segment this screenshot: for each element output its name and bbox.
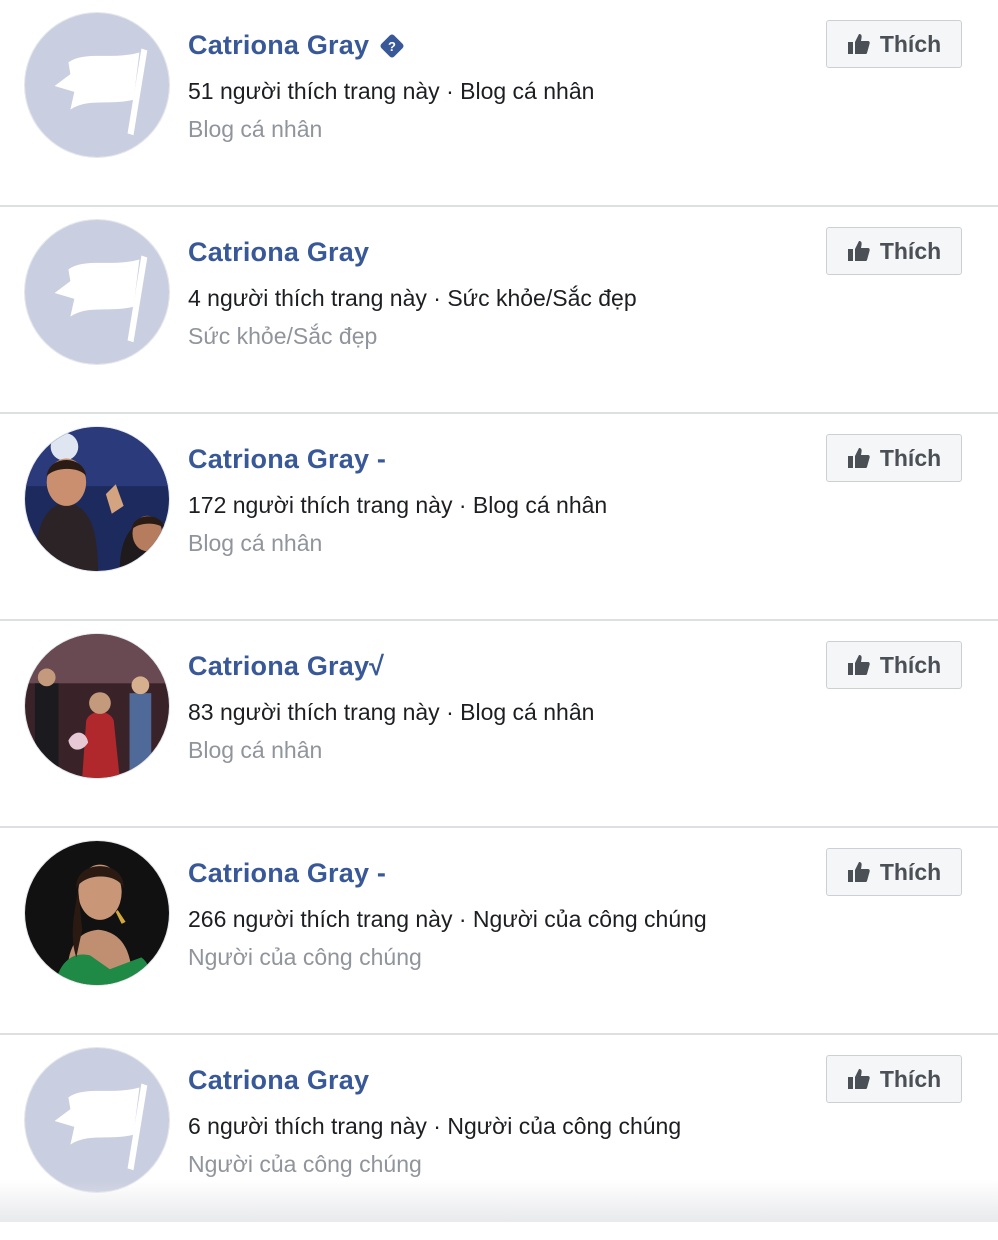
page-results-list: Catriona Gray ? 51 người thích trang này… (0, 0, 998, 1240)
like-button-label: Thích (879, 858, 942, 885)
page-meta: 172 người thích trang này · Blog cá nhân (188, 492, 608, 518)
bottom-fade (0, 1180, 998, 1222)
page-name-link[interactable]: Catriona Gray (188, 1065, 369, 1096)
like-button-label: Thích (879, 444, 942, 471)
flag-icon (25, 1048, 169, 1192)
thumbs-up-icon (847, 1069, 870, 1089)
flag-icon (25, 220, 169, 364)
page-meta: 6 người thích trang này · Người của công… (188, 1113, 682, 1139)
page-category: Người của công chúng (188, 944, 422, 970)
profile-photo (25, 634, 169, 778)
page-category: Sức khỏe/Sắc đẹp (188, 323, 378, 349)
page-name-link[interactable]: Catriona Gray (188, 30, 369, 61)
page-meta: 266 người thích trang này · Người của cô… (188, 906, 707, 932)
page-name-link[interactable]: Catriona Gray (188, 237, 369, 268)
avatar[interactable] (24, 12, 170, 158)
page-category: Blog cá nhân (188, 116, 323, 142)
verified-badge-icon: ? (380, 34, 404, 57)
page-category: Blog cá nhân (188, 737, 323, 763)
page-category: Người của công chúng (188, 1151, 422, 1177)
page-category: Blog cá nhân (188, 530, 323, 556)
page-name-link[interactable]: Catriona Gray - (188, 858, 386, 889)
page-name-link[interactable]: Catriona Gray - (188, 444, 386, 475)
svg-text:?: ? (388, 39, 396, 54)
avatar[interactable] (24, 219, 170, 365)
thumbs-up-icon (847, 34, 870, 54)
page-meta: 51 người thích trang này · Blog cá nhân (188, 78, 595, 104)
like-button[interactable]: Thích (826, 227, 962, 275)
like-button[interactable]: Thích (826, 20, 962, 68)
like-button[interactable]: Thích (826, 641, 962, 689)
list-item: Catriona Gray 4 người thích trang này · … (0, 207, 998, 414)
avatar[interactable] (24, 633, 170, 779)
page-name-link[interactable]: Catriona Gray√ (188, 651, 384, 682)
list-item: Catriona Gray - 266 người thích trang nà… (0, 828, 998, 1035)
like-button[interactable]: Thích (826, 848, 962, 896)
like-button-label: Thích (879, 30, 942, 57)
profile-photo (25, 427, 169, 571)
thumbs-up-icon (847, 862, 870, 882)
like-button[interactable]: Thích (826, 434, 962, 482)
like-button-label: Thích (879, 651, 942, 678)
thumbs-up-icon (847, 655, 870, 675)
like-button-label: Thích (879, 237, 942, 264)
avatar[interactable] (24, 426, 170, 572)
profile-photo (25, 841, 169, 985)
page-meta: 83 người thích trang này · Blog cá nhân (188, 699, 595, 725)
avatar[interactable] (24, 1047, 170, 1193)
flag-icon (25, 13, 169, 157)
list-item: Catriona Gray - 172 người thích trang nà… (0, 414, 998, 621)
list-item: Catriona Gray√ 83 người thích trang này … (0, 621, 998, 828)
like-button-label: Thích (879, 1065, 942, 1092)
page-meta: 4 người thích trang này · Sức khỏe/Sắc đ… (188, 285, 637, 311)
like-button[interactable]: Thích (826, 1055, 962, 1103)
list-item: Catriona Gray ? 51 người thích trang này… (0, 0, 998, 207)
thumbs-up-icon (847, 241, 870, 261)
avatar[interactable] (24, 840, 170, 986)
thumbs-up-icon (847, 448, 870, 468)
